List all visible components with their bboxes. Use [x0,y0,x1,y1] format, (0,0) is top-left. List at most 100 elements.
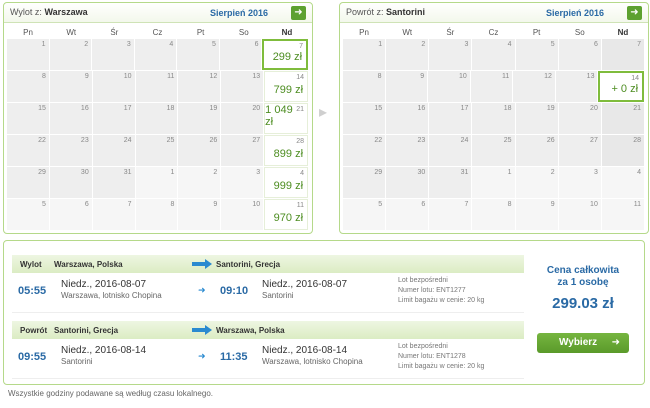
day-number: 6 [84,201,89,208]
arrow-right-icon[interactable]: ➜ [291,6,306,20]
day-number: 28 [296,138,305,145]
day-number: 8 [41,73,46,80]
day-number: 15 [38,105,46,112]
day-number: 1 [378,41,383,48]
day-number: 2 [550,169,555,176]
calendar-day: 29 [7,167,49,198]
baggage-limit: Limit bagażu w cenie: 20 kg [398,297,485,304]
calendar-day: 8 [343,71,385,102]
day-number: 7 [127,201,132,208]
calendar-header: Wylot z: Warszawa Sierpień 2016 ➜ [4,3,312,23]
day-of-week-label: So [559,27,602,39]
day-number: 30 [417,169,426,176]
day-number: 8 [377,73,382,80]
calendar-day: 2 [49,39,92,70]
calendar-day: 30 [386,167,429,198]
calendar-day: 6 [49,199,92,230]
day-number: 31 [460,169,469,176]
calendar-day: 3 [92,39,134,70]
day-number: 8 [170,201,175,208]
day-of-week-label: Śr [429,27,473,39]
day-price: 1 049 zł [265,104,293,128]
calendar-day: 17 [429,103,472,134]
day-number: 11 [296,202,305,209]
day-number: 4 [507,41,512,48]
calendar-day: 26 [178,135,221,166]
day-number: 27 [252,137,261,144]
day-number: 3 [126,41,131,48]
calendar-day: 9 [385,71,428,102]
arrival-time: 11:35 [220,351,248,363]
calendar-day: 22 [7,135,49,166]
day-number: 10 [590,201,598,208]
segment-header: Wylot Warszawa, Polska Santorini, Grecja [12,255,524,273]
calendar-day: 13 [221,71,264,102]
calendar-day-with-price[interactable]: 14 799 zł [264,71,309,102]
calendar-day: 7 [92,199,135,230]
arrow-right-icon[interactable]: ➜ [627,6,642,20]
calendar-day: 10 [221,199,264,230]
calendar-day-with-price[interactable]: 21 1 049 zł [264,103,309,134]
day-number: 28 [633,137,641,144]
day-of-week-label: Śr [93,27,137,39]
arrival-date: Niedz., 2016-08-14 [262,345,348,356]
segment-header: Powrót Santorini, Grecja Warszawa, Polsk… [12,321,524,339]
calendar-day: 20 [221,103,264,134]
calendar-day: 6 [558,39,601,70]
calendar-route: Wylot z: Warszawa [10,7,88,17]
calendar-day: 3 [558,167,601,198]
segment-label: Powrót [20,326,48,335]
day-number: 8 [507,201,512,208]
day-number: 25 [503,137,512,144]
day-price: 899 zł [273,148,304,160]
calendar-day: 23 [49,135,92,166]
arrow-right-icon: ➜ [198,351,206,361]
day-number: 22 [374,137,383,144]
calendar-day: 4 [472,39,515,70]
calendar-day-with-price[interactable]: 7 299 zł [262,39,309,70]
calendar-day: 10 [92,71,135,102]
day-number: 17 [460,105,469,112]
select-button[interactable]: Wybierz ➜ [537,333,629,353]
day-number: 6 [254,41,259,48]
day-number: 7 [299,43,304,50]
departure-details: Niedz., 2016-08-07 Warszawa, lotnisko Cho… [61,279,162,300]
calendar-day-with-price[interactable]: 4 999 zł [264,167,309,198]
departure-place: Santorini [61,357,93,366]
calendar-day: 6 [386,199,429,230]
calendar-week: 15 16 17 18 19 20 21 1 049 zł [7,103,309,135]
day-number: 2 [421,41,426,48]
calendar-day: 10 [558,199,601,230]
price-title: Cena całkowita za 1 osobę [524,265,642,289]
calendar-day-with-price[interactable]: 14 + 0 zł [598,71,645,102]
price-title-line1: Cena całkowita [546,265,620,276]
day-number: 16 [80,105,89,112]
calendar-grid: Pn Wt Śr Cz Pt So Nd 1 2 3 4 5 6 7 299 zł 8 9 10 11 12 13 14… [7,27,309,231]
day-number: 3 [593,169,598,176]
calendar-day: 3 [429,39,472,70]
departure-place: Warszawa, lotnisko Chopina [61,291,162,300]
calendar-day-with-price[interactable]: 11 970 zł [264,199,309,230]
arrival-place: Santorini [262,291,294,300]
day-number: 4 [637,169,641,176]
arrow-right-icon [192,325,212,335]
calendar-weeks: 1 2 3 4 5 6 7 299 zł 8 9 10 11 12 13 14 799 zł 15 16 17 18 1… [7,39,309,231]
day-number: 19 [209,105,218,112]
day-of-week-label: Pt [516,27,559,39]
calendar-day: 25 [135,135,178,166]
day-number: 11 [633,201,641,208]
day-number: 1 [507,169,512,176]
calendar-day-with-price[interactable]: 28 899 zł [264,135,309,166]
total-price: 299.03 zł [552,295,614,312]
day-number: 4 [300,170,305,177]
day-number: 18 [503,105,512,112]
calendar-week: 1 2 3 4 5 6 7 299 zł [7,39,309,71]
flight-number: Numer lotu: ENT1277 [398,287,466,294]
calendar-day: 6 [219,39,262,70]
calendar-day: 8 [7,71,49,102]
calendar-day: 1 [343,39,386,70]
day-number: 31 [123,169,132,176]
day-number: 19 [546,105,555,112]
day-of-week-label: Wt [386,27,430,39]
day-price: 999 zł [273,180,304,192]
